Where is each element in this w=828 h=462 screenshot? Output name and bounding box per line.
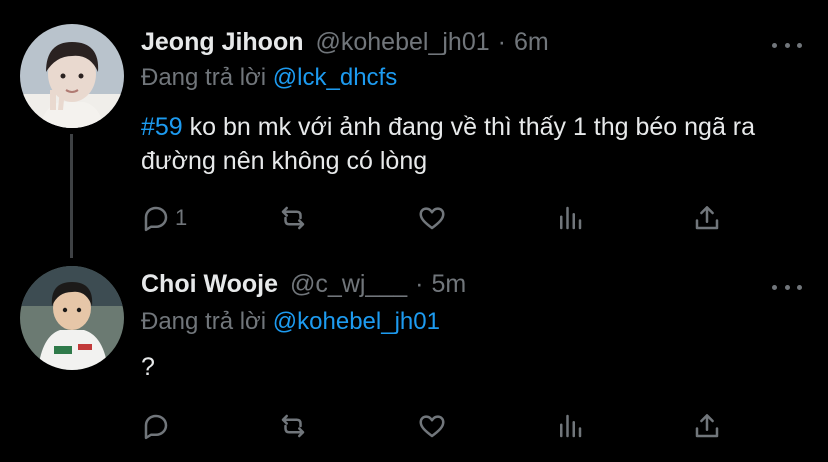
hashtag-link[interactable]: #59 [141,113,183,141]
share-icon [695,414,719,438]
tweet-text: ? [141,350,791,384]
tweet-header: Choi Wooje @c_wj___ · 5m [141,270,466,304]
views-button[interactable] [555,200,585,236]
retweet-icon [281,206,305,230]
replying-to: Đang trả lời @kohebel_jh01 [141,308,440,336]
replying-to-label: Đang trả lời [141,308,267,335]
tweet-actions [0,408,828,444]
tweet-text-body: ko bn mk với ảnh đang về thì thấy 1 thg … [141,113,756,175]
username[interactable]: @kohebel_jh01 [316,28,490,57]
retweet-button[interactable] [278,408,308,444]
analytics-icon [560,414,582,438]
heart-icon [419,415,445,438]
tweet-actions: 1 [0,200,828,236]
mention-link[interactable]: @lck_dhcfs [273,64,397,91]
display-name[interactable]: Jeong Jihoon [141,28,304,57]
timestamp[interactable]: 5m [431,270,466,299]
tweet-header: Jeong Jihoon @kohebel_jh01 · 6m [141,28,549,62]
avatar-photo-icon [20,266,124,370]
reply-button[interactable]: 1 [141,200,187,236]
share-icon [695,206,719,230]
share-button[interactable] [692,200,722,236]
more-icon[interactable] [772,38,802,52]
reply-icon [144,206,168,232]
avatar[interactable] [20,24,124,128]
avatar[interactable] [20,266,124,370]
separator: · [497,28,506,56]
heart-icon [419,207,445,230]
analytics-icon [560,206,582,230]
replying-to: Đang trả lời @lck_dhcfs [141,64,397,92]
replying-to-label: Đang trả lời [141,64,267,91]
tweet-text-body: ? [141,353,155,381]
reply-count: 1 [175,205,188,230]
tweet-2[interactable]: Choi Wooje @c_wj___ · 5m Đang trả lời @k… [0,258,828,462]
avatar-photo-icon [20,24,124,128]
thread-line [70,134,73,258]
reply-button[interactable] [141,408,175,444]
separator: · [415,270,424,298]
retweet-button[interactable] [278,200,308,236]
share-button[interactable] [692,408,722,444]
username[interactable]: @c_wj___ [290,270,407,299]
views-button[interactable] [555,408,585,444]
reply-icon [144,414,168,440]
tweet-1[interactable]: Jeong Jihoon @kohebel_jh01 · 6m Đang trả… [0,0,828,258]
retweet-icon [281,414,305,438]
more-icon[interactable] [772,280,802,294]
like-button[interactable] [417,408,447,444]
mention-link[interactable]: @kohebel_jh01 [273,308,440,335]
tweet-text: #59 ko bn mk với ảnh đang về thì thấy 1 … [141,110,791,178]
like-button[interactable] [417,200,447,236]
display-name[interactable]: Choi Wooje [141,270,278,299]
timestamp[interactable]: 6m [514,28,549,57]
